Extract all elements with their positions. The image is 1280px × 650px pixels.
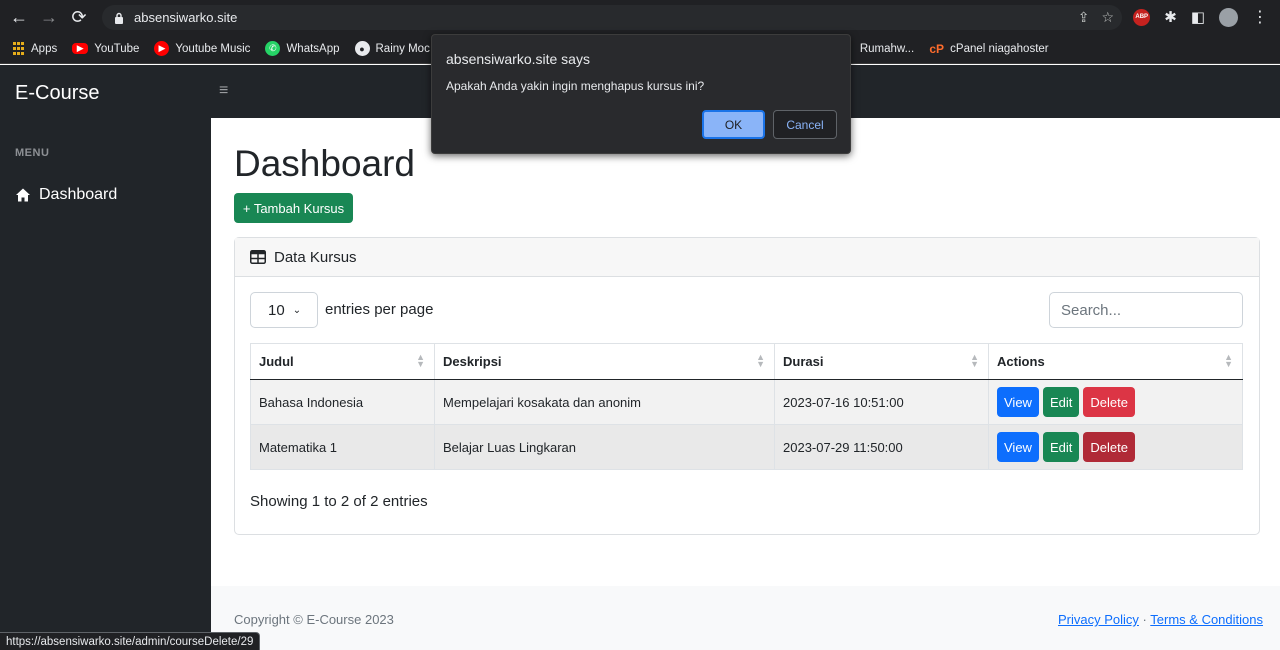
card-header: Data Kursus	[235, 238, 1259, 277]
edit-button[interactable]: Edit	[1042, 432, 1080, 462]
cpanel-icon: cP	[929, 41, 944, 56]
bookmark-label: Youtube Music	[175, 42, 251, 55]
bookmark-label: WhatsApp	[286, 42, 340, 55]
column-header-durasi[interactable]: Durasi ▲ ▼	[774, 343, 989, 380]
search-input[interactable]	[1049, 292, 1243, 328]
bookmark-rainy[interactable]: ● Rainy Moc	[354, 41, 430, 56]
rainy-icon: ●	[354, 41, 370, 56]
youtube-music-icon: ▶	[154, 41, 170, 56]
bookmark-youtube[interactable]: ▶ YouTube	[72, 43, 139, 55]
cell-deskripsi: Belajar Luas Lingkaran	[434, 424, 775, 470]
home-icon	[16, 188, 30, 202]
adblock-icon[interactable]: ABP	[1133, 8, 1151, 26]
bookmark-label: YouTube	[94, 42, 140, 55]
brand-logo[interactable]: E-Course	[15, 82, 99, 105]
sort-icon[interactable]: ▲ ▼	[970, 353, 979, 369]
sort-icon[interactable]: ▲ ▼	[756, 353, 765, 369]
back-arrow-icon[interactable]: ←	[8, 6, 30, 28]
entries-per-page-select[interactable]: 10 ⌄	[250, 292, 318, 328]
chevron-down-icon: ⌄	[292, 304, 302, 316]
bookmark-cpanel[interactable]: cP cPanel niagahoster	[929, 41, 1048, 56]
bookmark-whatsapp[interactable]: ✆ WhatsApp	[265, 41, 340, 56]
terms-link[interactable]: Terms & Conditions	[1150, 612, 1263, 627]
dialog-message: Apakah Anda yakin ingin menghapus kursus…	[446, 79, 705, 93]
sidebar-item-label: Dashboard	[39, 186, 118, 203]
whatsapp-icon: ✆	[265, 41, 281, 56]
dialog-title: absensiwarko.site says	[446, 51, 590, 67]
cell-deskripsi: Mempelajari kosakata dan anonim	[434, 379, 775, 425]
address-bar[interactable]: absensiwarko.site ⇪ ☆	[102, 5, 1122, 30]
ok-button[interactable]: OK	[702, 110, 765, 139]
privacy-policy-link[interactable]: Privacy Policy	[1058, 612, 1139, 627]
bookmark-apps[interactable]: Apps	[12, 41, 57, 56]
footer-links: Privacy Policy · Terms & Conditions	[1058, 612, 1263, 627]
card-title: Data Kursus	[274, 248, 357, 266]
confirm-dialog: absensiwarko.site says Apakah Anda yakin…	[431, 34, 851, 154]
view-button[interactable]: View	[997, 432, 1039, 462]
youtube-icon: ▶	[72, 43, 89, 54]
delete-button[interactable]: Delete	[1083, 387, 1135, 417]
share-icon[interactable]: ⇪	[1078, 9, 1090, 26]
sort-icon[interactable]: ▲ ▼	[1224, 353, 1233, 369]
courses-table: Judul ▲ ▼ Deskripsi ▲ ▼ Durasi ▲ ▼ Actions ▲ ▼ B…	[250, 343, 1243, 470]
page-title: Dashboard	[234, 143, 416, 184]
bookmark-youtube-music[interactable]: ▶ Youtube Music	[154, 41, 250, 56]
column-label: Durasi	[783, 354, 824, 369]
cell-actions: View Edit Delete	[988, 379, 1243, 425]
entries-value: 10	[268, 301, 285, 319]
cell-durasi: 2023-07-29 11:50:00	[774, 424, 989, 470]
entries-label: entries per page	[325, 301, 434, 318]
column-header-judul[interactable]: Judul ▲ ▼	[250, 343, 435, 380]
copyright-text: Copyright © E-Course 2023	[234, 612, 394, 627]
bookmark-label: Apps	[31, 42, 58, 55]
url-text[interactable]: absensiwarko.site	[134, 10, 237, 25]
cancel-button[interactable]: Cancel	[773, 110, 837, 139]
profile-avatar[interactable]	[1219, 7, 1238, 27]
reload-icon[interactable]: ⟳	[68, 6, 90, 28]
footer-separator: ·	[1142, 612, 1147, 627]
edit-button[interactable]: Edit	[1042, 387, 1080, 417]
column-label: Actions	[997, 354, 1045, 369]
add-course-button[interactable]: + Tambah Kursus	[234, 193, 353, 223]
bookmark-label: Rainy Moc	[375, 42, 430, 55]
cell-judul: Bahasa Indonesia	[250, 379, 435, 425]
sidebar-heading: MENU	[15, 147, 50, 159]
lock-icon	[114, 12, 124, 24]
table-info: Showing 1 to 2 of 2 entries	[250, 493, 428, 510]
cell-judul: Matematika 1	[250, 424, 435, 470]
side-panel-icon[interactable]: ◧	[1191, 8, 1205, 26]
cell-actions: View Edit Delete	[988, 424, 1243, 470]
column-header-deskripsi[interactable]: Deskripsi ▲ ▼	[434, 343, 775, 380]
apps-grid-icon	[12, 41, 25, 56]
extensions-puzzle-icon[interactable]: ✱	[1164, 8, 1177, 26]
bookmark-star-icon[interactable]: ☆	[1101, 9, 1114, 26]
table-row: Matematika 1 Belajar Luas Lingkaran 2023…	[250, 424, 1243, 470]
status-bar-url: https://absensiwarko.site/admin/courseDe…	[0, 632, 261, 650]
column-label: Deskripsi	[443, 354, 502, 369]
forward-arrow-icon[interactable]: →	[38, 6, 60, 28]
table-row: Bahasa Indonesia Mempelajari kosakata da…	[250, 379, 1243, 425]
bookmark-label: cPanel niagahoster	[950, 42, 1049, 55]
cell-durasi: 2023-07-16 10:51:00	[774, 379, 989, 425]
bookmark-rumahweb[interactable]: Rumahw...	[860, 43, 914, 55]
column-header-actions[interactable]: Actions ▲ ▼	[988, 343, 1243, 380]
delete-button[interactable]: Delete	[1083, 432, 1135, 462]
hamburger-menu-icon[interactable]: ≡	[219, 82, 228, 100]
sidebar-item-dashboard[interactable]: Dashboard	[15, 186, 117, 204]
table-icon	[250, 250, 266, 264]
browser-menu-icon[interactable]: ⋮	[1252, 7, 1268, 27]
column-label: Judul	[259, 354, 294, 369]
view-button[interactable]: View	[997, 387, 1039, 417]
table-header-row: Judul ▲ ▼ Deskripsi ▲ ▼ Durasi ▲ ▼ Actions ▲ ▼	[250, 343, 1243, 380]
bookmark-label: Rumahw...	[859, 42, 915, 55]
browser-toolbar: ← → ⟳ absensiwarko.site ⇪ ☆ ABP ✱ ◧ ⋮	[0, 0, 1280, 34]
sort-icon[interactable]: ▲ ▼	[416, 353, 425, 369]
